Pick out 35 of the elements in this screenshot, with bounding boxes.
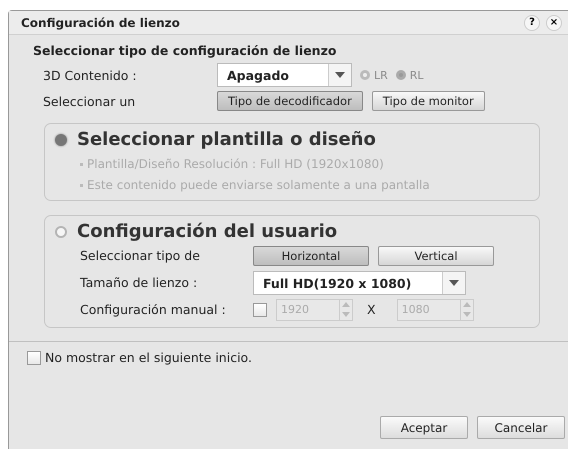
close-button[interactable]: × bbox=[546, 14, 562, 30]
bullet-icon bbox=[80, 162, 83, 166]
field-label: Seleccionar un bbox=[43, 94, 136, 108]
bullet-icon bbox=[80, 184, 83, 186]
checkbox-label: No mostrar en el siguiente inicio. bbox=[45, 350, 252, 365]
up-arrow-icon[interactable] bbox=[342, 302, 350, 307]
toggle-button[interactable]: Tipo de monitor bbox=[372, 91, 485, 111]
field-label: Configuración manual : bbox=[80, 302, 227, 317]
field-label: 3D Contenido : bbox=[43, 68, 138, 82]
checkbox[interactable] bbox=[27, 350, 41, 364]
window-title: Configuración de lienzo bbox=[21, 16, 181, 30]
section-heading: Seleccionar tipo de configuración de lienzo bbox=[33, 43, 338, 58]
checkbox[interactable] bbox=[253, 302, 267, 316]
field-label: Seleccionar tipo de bbox=[80, 248, 201, 263]
content-3d-dropdown[interactable]: Apagado bbox=[217, 63, 352, 87]
up-arrow-icon[interactable] bbox=[462, 302, 471, 307]
cancel-button[interactable]: Cancelar bbox=[477, 416, 565, 439]
panel-title: Configuración del usuario bbox=[77, 221, 338, 242]
panel-title: Seleccionar plantilla o diseño bbox=[77, 129, 376, 150]
accept-button[interactable]: Aceptar bbox=[380, 416, 468, 439]
field-label: Tamaño de lienzo : bbox=[80, 275, 198, 290]
dropdown-caret-icon bbox=[335, 72, 345, 78]
note-text: Este contenido puede enviarse solamente a una pantalla bbox=[87, 178, 430, 192]
toggle-button[interactable]: Vertical bbox=[378, 246, 494, 266]
help-button[interactable]: ? bbox=[524, 14, 540, 30]
canvas-size-dropdown[interactable]: Full HD(1920 x 1080) bbox=[253, 270, 466, 294]
toggle-button[interactable]: Horizontal bbox=[253, 246, 369, 266]
down-arrow-icon[interactable] bbox=[342, 312, 350, 317]
down-arrow-icon[interactable] bbox=[462, 312, 471, 317]
note-text: Plantilla/Diseño Resolución : Full HD (1920x1080) bbox=[87, 157, 384, 171]
radio-button[interactable] bbox=[55, 226, 67, 238]
toggle-button[interactable]: Tipo de decodificador bbox=[217, 91, 363, 111]
separator-text: X bbox=[367, 302, 376, 317]
dropdown-caret-icon bbox=[449, 280, 459, 286]
radio-button[interactable] bbox=[55, 134, 67, 146]
